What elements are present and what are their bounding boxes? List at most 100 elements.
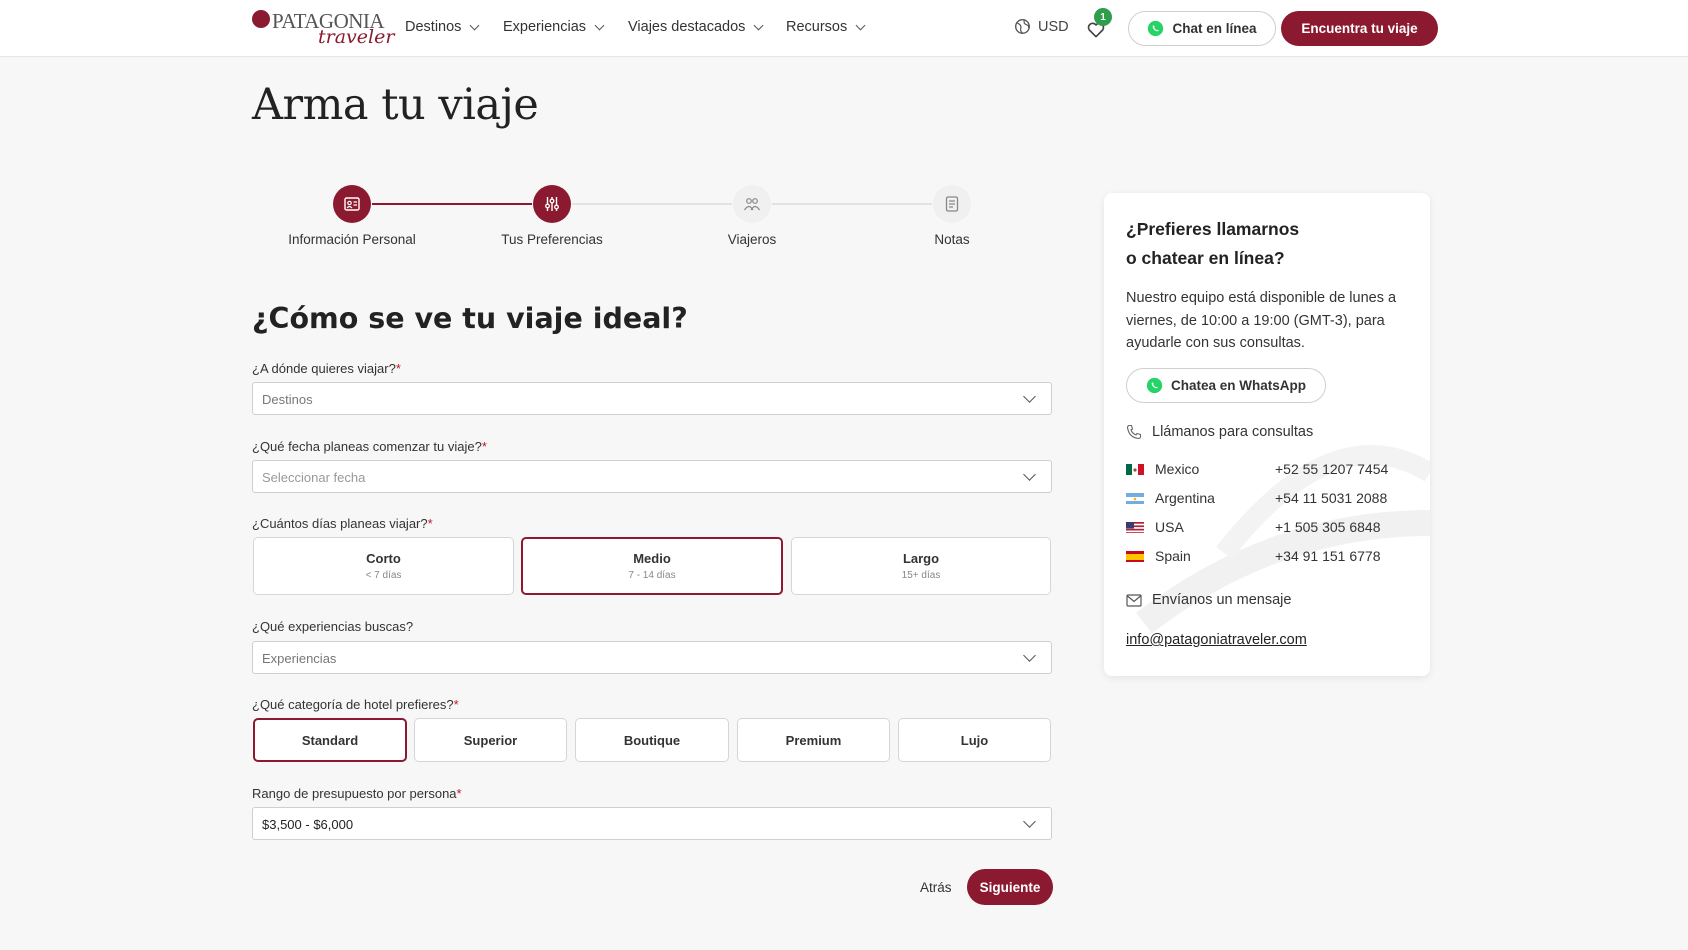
phone-number: +1 505 305 6848 <box>1275 519 1381 535</box>
phone-number: +54 11 5031 2088 <box>1275 490 1388 506</box>
phone-number: +52 55 1207 7454 <box>1275 461 1389 477</box>
hotel-option-boutique[interactable]: Boutique <box>575 718 729 762</box>
option-subtitle: 7 - 14 días <box>628 570 676 581</box>
chevron-down-icon <box>1023 468 1036 481</box>
phone-row-usa[interactable]: USA +1 505 305 6848 <box>1126 519 1416 535</box>
option-title: Medio <box>633 551 671 566</box>
page-title: Arma tu viaje <box>252 80 539 130</box>
budget-select[interactable]: $3,500 - $6,000 <box>252 807 1052 840</box>
find-your-trip-button[interactable]: Encuentra tu viaje <box>1281 11 1438 46</box>
hotel-option-standard[interactable]: Standard <box>253 718 407 762</box>
nav-destinos[interactable]: Destinos <box>405 19 480 35</box>
stepper-line <box>572 203 732 205</box>
step-label: Información Personal <box>288 232 416 247</box>
required-mark: * <box>453 697 459 712</box>
nav-label: Experiencias <box>503 19 587 35</box>
chat-online-button[interactable]: Chat en línea <box>1128 11 1276 46</box>
hotel-option-superior[interactable]: Superior <box>414 718 567 762</box>
select-value: Seleccionar fecha <box>262 470 366 485</box>
phone-country: USA <box>1155 519 1184 535</box>
chevron-down-icon <box>1023 815 1036 828</box>
step-notes[interactable] <box>933 185 971 223</box>
option-subtitle: < 7 días <box>365 570 402 581</box>
chevron-down-icon <box>753 20 764 30</box>
chevron-down-icon <box>855 20 866 30</box>
nav-experiencias[interactable]: Experiencias <box>503 19 605 35</box>
required-mark: * <box>481 439 487 454</box>
select-value: Experiencias <box>262 651 337 666</box>
usa-flag-icon <box>1126 521 1144 533</box>
days-option-corto[interactable]: Corto < 7 días <box>253 537 514 595</box>
step-label: Tus Preferencias <box>501 232 603 247</box>
mail-icon <box>1126 593 1142 607</box>
option-subtitle: 15+ días <box>901 570 941 581</box>
phone-country: Spain <box>1155 548 1191 564</box>
whatsapp-icon <box>1148 20 1164 37</box>
message-row: Envíanos un mensaje <box>1126 592 1291 608</box>
step-preferences[interactable] <box>533 185 571 223</box>
days-option-medio[interactable]: Medio 7 - 14 días <box>521 537 783 595</box>
date-select[interactable]: Seleccionar fecha <box>252 460 1052 493</box>
nav-viajes-destacados[interactable]: Viajes destacados <box>628 19 764 35</box>
phone-row-spain[interactable]: Spain +34 91 151 6778 <box>1126 548 1416 564</box>
option-title: Standard <box>301 732 359 748</box>
destination-label: ¿A dónde quieres viajar?* <box>252 361 401 376</box>
days-label: ¿Cuántos días planeas viajar?* <box>252 516 433 531</box>
days-option-largo[interactable]: Largo 15+ días <box>791 537 1051 595</box>
whatsapp-label: Chatea en WhatsApp <box>1170 378 1306 393</box>
label-text: ¿A dónde quieres viajar? <box>252 361 396 376</box>
globe-icon <box>1015 19 1030 34</box>
phone-row-argentina[interactable]: Argentina +54 11 5031 2088 <box>1126 490 1416 506</box>
phone-number: +34 91 151 6778 <box>1275 548 1381 564</box>
nav-label: Recursos <box>786 19 848 35</box>
contact-card: ¿Prefieres llamarnos o chatear en línea?… <box>1104 193 1430 676</box>
contact-heading: ¿Prefieres llamarnos o chatear en línea? <box>1126 215 1406 273</box>
date-label: ¿Qué fecha planeas comenzar tu viaje?* <box>252 439 487 454</box>
experiences-select[interactable]: Experiencias <box>252 641 1052 674</box>
hotel-label: ¿Qué categoría de hotel prefieres?* <box>252 697 459 712</box>
next-button[interactable]: Siguiente <box>967 869 1053 905</box>
step-personal-info[interactable] <box>333 185 371 223</box>
back-button[interactable]: Atrás <box>920 880 952 895</box>
phone-country: Argentina <box>1155 490 1215 506</box>
hotel-option-lujo[interactable]: Lujo <box>898 718 1051 762</box>
sliders-icon <box>545 197 559 211</box>
mexico-flag-icon <box>1126 463 1144 475</box>
contact-heading-line: o chatear en línea? <box>1126 248 1285 268</box>
chevron-down-icon <box>1023 390 1036 403</box>
phone-country: Mexico <box>1155 461 1200 477</box>
email-link[interactable]: info@patagoniatraveler.com <box>1126 632 1307 648</box>
phone-icon <box>1126 424 1142 440</box>
contact-heading-line: ¿Prefieres llamarnos <box>1126 219 1300 239</box>
option-title: Superior <box>463 732 518 748</box>
hotel-option-premium[interactable]: Premium <box>737 718 890 762</box>
id-card-icon <box>344 197 360 211</box>
chevron-down-icon <box>469 20 480 30</box>
logo[interactable]: PATAGONIA traveler <box>252 8 394 50</box>
step-label: Viajeros <box>727 232 777 247</box>
option-title: Premium <box>785 732 842 748</box>
top-header: PATAGONIA traveler Destinos Experiencias… <box>0 0 1688 57</box>
step-travelers[interactable] <box>733 185 771 223</box>
chevron-down-icon <box>594 20 605 30</box>
call-label: Llámanos para consultas <box>1152 424 1314 440</box>
option-title: Lujo <box>960 732 989 748</box>
label-text: ¿Qué fecha planeas comenzar tu viaje? <box>252 439 482 454</box>
message-label: Envíanos un mensaje <box>1152 592 1292 608</box>
label-text: Rango de presupuesto por persona <box>252 786 457 801</box>
option-title: Largo <box>902 551 940 566</box>
call-row: Llámanos para consultas <box>1126 424 1313 440</box>
nav-label: Viajes destacados <box>628 19 746 35</box>
destination-select[interactable]: Destinos <box>252 382 1052 415</box>
label-text: ¿Qué categoría de hotel prefieres? <box>252 697 454 712</box>
phone-row-mexico[interactable]: Mexico +52 55 1207 7454 <box>1126 461 1416 477</box>
option-title: Boutique <box>623 732 681 748</box>
logo-mark <box>252 10 270 28</box>
chevron-down-icon <box>1023 649 1036 662</box>
wishlist-count-badge: 1 <box>1094 8 1112 26</box>
whatsapp-button[interactable]: Chatea en WhatsApp <box>1126 368 1326 403</box>
nav-recursos[interactable]: Recursos <box>786 19 866 35</box>
required-mark: * <box>395 361 401 376</box>
currency-selector[interactable]: USD <box>1014 18 1069 35</box>
stepper-line-complete <box>372 203 532 205</box>
